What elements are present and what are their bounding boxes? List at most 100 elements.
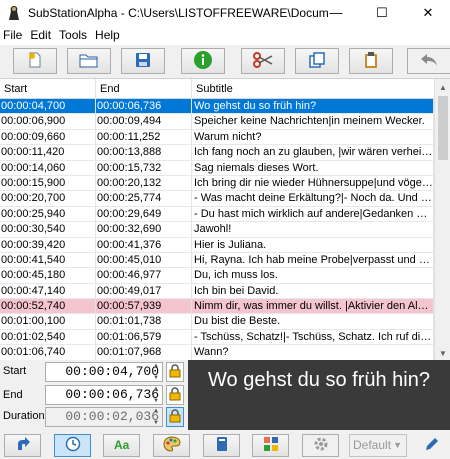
row-subtitle-text: Du bist die Beste. bbox=[192, 314, 434, 330]
jump-button[interactable] bbox=[4, 434, 41, 457]
vertical-scrollbar[interactable]: ▲ ▼ bbox=[434, 79, 450, 360]
menu-tools[interactable]: Tools bbox=[55, 28, 91, 42]
app-icon bbox=[6, 5, 22, 21]
table-row[interactable]: 00:00:06,900 00:00:09,494 Speicher keine N… bbox=[0, 114, 434, 130]
new-file-button[interactable] bbox=[13, 48, 57, 74]
new-file-icon bbox=[26, 51, 44, 72]
row-end-time: 00:00:46,977 bbox=[96, 268, 192, 284]
end-time-input[interactable]: 00:00:06,736 bbox=[45, 385, 163, 405]
table-row[interactable]: 00:00:04,700 00:00:06,736 Wo gehst du so f… bbox=[0, 99, 434, 115]
edit-icon bbox=[424, 436, 440, 455]
row-subtitle-text: Hi, Rayna. Ich hab meine Probe|verpasst … bbox=[194, 252, 434, 268]
subtitle-grid[interactable]: Start End Subtitle 00:00:04,700 00:00:06,… bbox=[0, 78, 450, 360]
scroll-thumb[interactable] bbox=[438, 96, 448, 160]
edit-button[interactable] bbox=[413, 434, 450, 457]
row-start-time: 00:00:52,740 bbox=[0, 299, 96, 315]
palette-icon bbox=[162, 436, 181, 455]
timing-mode-button[interactable] bbox=[54, 434, 91, 457]
column-subtitle[interactable]: Subtitle bbox=[192, 79, 434, 99]
table-row[interactable]: 00:00:11,420 00:00:13,888 Ich fang noch an… bbox=[0, 145, 434, 161]
start-label: Start bbox=[3, 365, 27, 377]
row-start-time: 00:01:00,100 bbox=[0, 314, 96, 330]
row-end-time: 00:01:01,738 bbox=[96, 314, 192, 330]
maximize-button[interactable]: ☐ bbox=[359, 0, 405, 25]
row-end-time: 00:00:06,736 bbox=[96, 99, 192, 114]
timing-editor: Start 00:00:04,700 ▲ ▼ End 00:00:06,736 ▲… bbox=[0, 360, 450, 430]
row-start-time: 00:00:14,060 bbox=[0, 160, 96, 176]
row-subtitle-text: Ich bin bei David. bbox=[192, 283, 434, 299]
bottom-toolbar: Aa Default ▼ bbox=[0, 431, 450, 459]
end-spinner[interactable]: ▲ ▼ bbox=[150, 386, 162, 404]
copy-icon bbox=[308, 51, 326, 72]
grid-header: Start End Subtitle bbox=[0, 79, 434, 99]
table-row[interactable]: 00:00:41,540 00:00:45,010 Hi, Rayna. Ich h… bbox=[0, 252, 434, 269]
jump-icon bbox=[15, 436, 31, 455]
clock-icon bbox=[65, 436, 81, 455]
start-time-input[interactable]: 00:00:04,700 bbox=[45, 362, 163, 382]
row-end-time: 00:00:45,010 bbox=[96, 252, 192, 268]
row-start-time: 00:00:25,940 bbox=[0, 206, 96, 222]
minimize-button[interactable]: — bbox=[313, 0, 359, 25]
menu-edit[interactable]: Edit bbox=[26, 28, 55, 42]
row-subtitle-text: Sag niemals dieses Wort. bbox=[192, 160, 434, 176]
row-end-time: 00:00:32,690 bbox=[96, 222, 192, 238]
grid-button[interactable] bbox=[252, 434, 289, 457]
start-spinner[interactable]: ▲ ▼ bbox=[150, 363, 162, 381]
subtitle-preview: Wo gehst du so früh hin? bbox=[188, 360, 450, 430]
column-end[interactable]: End bbox=[96, 79, 192, 99]
import-icon bbox=[215, 436, 229, 455]
duration-input[interactable]: 00:00:02,036 bbox=[45, 407, 163, 427]
duration-label: Duration bbox=[3, 410, 45, 422]
grid-rows: 00:00:04,700 00:00:06,736 Wo gehst du so f… bbox=[0, 99, 434, 360]
table-row[interactable]: 00:01:06,740 00:01:07,968 Wann? bbox=[0, 345, 434, 360]
import-button[interactable] bbox=[203, 434, 240, 457]
close-button[interactable]: ✕ bbox=[405, 0, 450, 25]
table-row[interactable]: 00:00:52,740 00:00:57,939 Nimm dir, was im… bbox=[0, 299, 434, 315]
table-row[interactable]: 00:00:47,140 00:00:49,017 Ich bin bei Davi… bbox=[0, 283, 434, 300]
table-row[interactable]: 00:01:02,540 00:01:06,579- Tschüss, Schat… bbox=[0, 329, 434, 346]
table-row[interactable]: 00:00:39,420 00:00:41,376 Hier is Juliana. bbox=[0, 237, 434, 253]
settings-button[interactable] bbox=[302, 434, 339, 457]
save-icon bbox=[134, 51, 152, 72]
font-icon: Aa bbox=[113, 437, 131, 454]
table-row[interactable]: 00:00:25,940 00:00:29,649- Du hast mich w… bbox=[0, 206, 434, 223]
table-row[interactable]: 00:00:45,180 00:00:46,977 Du, ich muss los… bbox=[0, 268, 434, 284]
row-end-time: 00:00:20,132 bbox=[96, 175, 192, 191]
font-button[interactable]: Aa bbox=[103, 434, 140, 457]
copy-button[interactable] bbox=[295, 48, 339, 74]
scroll-up-icon[interactable]: ▲ bbox=[435, 79, 450, 95]
open-folder-icon bbox=[79, 52, 99, 71]
start-lock-button[interactable] bbox=[166, 362, 184, 382]
menu-file[interactable]: File bbox=[0, 28, 26, 42]
column-start[interactable]: Start bbox=[0, 79, 96, 99]
scroll-down-icon[interactable]: ▼ bbox=[435, 345, 450, 360]
menu-bar: File Edit Tools Help bbox=[0, 25, 450, 45]
table-row[interactable]: 00:00:20,700 00:00:25,774- Was macht dein… bbox=[0, 191, 434, 207]
table-row[interactable]: 00:01:00,100 00:01:01,738 Du bist die Best… bbox=[0, 314, 434, 330]
undo-button[interactable] bbox=[407, 48, 450, 74]
cut-button[interactable] bbox=[241, 48, 285, 74]
cut-icon bbox=[252, 51, 274, 71]
row-end-time: 00:00:15,732 bbox=[96, 160, 192, 176]
open-button[interactable] bbox=[67, 48, 111, 74]
row-start-time: 00:00:30,540 bbox=[0, 222, 96, 238]
row-end-time: 00:00:13,888 bbox=[96, 145, 192, 161]
table-row[interactable]: 00:00:15,900 00:00:20,132 Ich bring dir ni… bbox=[0, 175, 434, 192]
row-start-time: 00:00:39,420 bbox=[0, 237, 96, 253]
duration-spinner[interactable]: ▲ ▼ bbox=[150, 408, 162, 426]
row-subtitle-text: Warum nicht? bbox=[192, 129, 434, 145]
row-start-time: 00:01:02,540 bbox=[0, 329, 96, 345]
end-lock-button[interactable] bbox=[166, 385, 184, 405]
info-button[interactable] bbox=[181, 48, 225, 74]
save-button[interactable] bbox=[121, 48, 165, 74]
style-select[interactable]: Default ▼ bbox=[349, 434, 407, 457]
table-row[interactable]: 00:00:14,060 00:00:15,732 Sag niemals dies… bbox=[0, 160, 434, 176]
menu-help[interactable]: Help bbox=[91, 28, 124, 42]
paste-button[interactable] bbox=[349, 48, 393, 74]
row-end-time: 00:01:07,968 bbox=[96, 345, 192, 360]
row-start-time: 00:00:06,900 bbox=[0, 114, 96, 130]
color-button[interactable] bbox=[153, 434, 190, 457]
duration-lock-button[interactable] bbox=[166, 407, 184, 427]
table-row[interactable]: 00:00:09,660 00:00:11,252 Warum nicht? bbox=[0, 129, 434, 146]
table-row[interactable]: 00:00:30,540 00:00:32,690 Jawohl! bbox=[0, 222, 434, 238]
